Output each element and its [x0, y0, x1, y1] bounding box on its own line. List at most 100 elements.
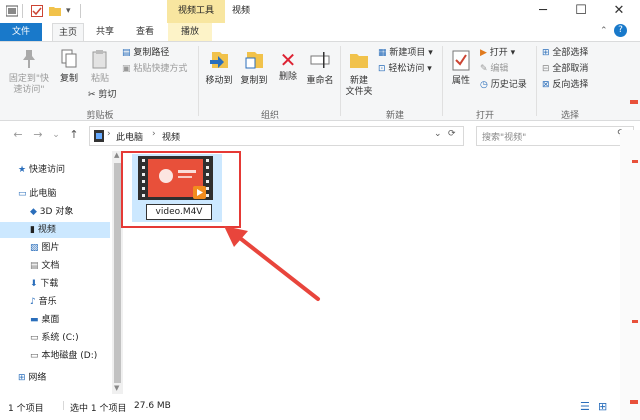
divider [80, 4, 81, 18]
details-view-icon[interactable]: ☰ [580, 400, 590, 413]
breadcrumb-this-pc[interactable]: 此电脑 [116, 130, 143, 143]
divider: | [62, 401, 66, 411]
divider [22, 4, 23, 18]
breadcrumb-videos[interactable]: 视频 [162, 130, 180, 143]
file-item[interactable]: video.M4V [132, 154, 222, 222]
cut-button[interactable]: ✂ 剪切 [88, 88, 116, 102]
selection-size: 27.6 MB [134, 401, 171, 411]
copy-to-button[interactable]: 复制到 [238, 48, 270, 87]
minimize-button[interactable]: ─ [524, 0, 562, 23]
rename-button[interactable]: 重命名 [304, 48, 336, 87]
computer-icon: ▭ [18, 189, 27, 199]
properties-button[interactable]: 属性 [448, 48, 474, 87]
copy-icon [56, 48, 82, 74]
invert-selection-button[interactable]: ⊠ 反向选择 [542, 78, 588, 92]
video-file-icon [138, 156, 213, 200]
properties-icon [448, 48, 474, 76]
delete-icon: ✕ [279, 48, 297, 72]
annotation-arrow-icon [224, 226, 320, 301]
open-button[interactable]: ▶ 打开 ▾ [480, 46, 515, 60]
large-icons-view-icon[interactable]: ⊞ [598, 400, 607, 413]
video-icon: ▮ [30, 225, 35, 235]
cube-icon: ◆ [30, 207, 37, 217]
group-label-select: 选择 [560, 111, 579, 121]
scroll-up-icon[interactable]: ▲ [114, 151, 119, 159]
paste-button[interactable]: 粘贴 [86, 48, 114, 85]
new-folder-icon [344, 48, 374, 76]
edit-button[interactable]: ✎ 编辑 [480, 62, 508, 76]
desktop-icon: ▬ [30, 315, 39, 325]
history-button[interactable]: ◷ 历史记录 [480, 78, 527, 92]
recent-locations-button[interactable]: ⌄ [48, 127, 64, 143]
refresh-icon[interactable]: ⟳ [448, 129, 456, 139]
paste-icon [86, 48, 114, 74]
address-bar[interactable]: › 此电脑 › 视频 ⌄ ⟳ [89, 126, 464, 146]
move-to-icon [204, 48, 234, 76]
pin-icon [8, 48, 50, 74]
up-button[interactable]: ↑ [66, 127, 82, 143]
video-folder-icon [94, 130, 104, 145]
scrollbar-thumb[interactable] [114, 163, 121, 383]
new-folder-button[interactable]: 新建 文件夹 [344, 48, 374, 98]
copy-to-icon [238, 48, 270, 76]
select-all-button[interactable]: ⊞ 全部选择 [542, 46, 588, 60]
back-button[interactable]: ← [10, 127, 26, 143]
selection-count: 选中 1 个项目 [70, 404, 127, 414]
download-icon: ⬇ [30, 279, 38, 289]
history-icon: ◷ [480, 80, 488, 90]
navigation-pane: ★ 快速访问 ▭ 此电脑 ◆ 3D 对象 ▮ 视频 ▨ 图片 ▤ 文档 ⬇ 下载… [0, 149, 123, 396]
easy-access-button[interactable]: ⊡ 轻松访问 ▾ [378, 62, 432, 76]
copy-button[interactable]: 复制 [56, 48, 82, 85]
new-folder-quick-icon[interactable] [49, 5, 61, 17]
collapse-ribbon-icon[interactable]: ⌃ [600, 26, 608, 36]
pin-quick-access-button[interactable]: 固定到"快速访问" [8, 48, 50, 96]
group-label-organize: 组织 [260, 111, 279, 121]
document-icon: ▤ [30, 261, 39, 271]
new-item-button[interactable]: ▦ 新建项目 ▾ [378, 46, 433, 60]
drive-icon: ▭ [30, 351, 39, 361]
move-to-button[interactable]: 移动到 [204, 48, 234, 87]
paste-shortcut-button[interactable]: ▣ 粘贴快捷方式 [122, 62, 187, 76]
maximize-button[interactable]: ☐ [562, 0, 600, 23]
copy-path-button[interactable]: ▤ 复制路径 [122, 46, 169, 60]
forward-button[interactable]: → [30, 127, 46, 143]
tab-file[interactable]: 文件 [0, 23, 42, 41]
group-label-open: 打开 [475, 111, 494, 121]
tab-view[interactable]: 查看 [130, 23, 160, 41]
ribbon: 固定到"快速访问" 复制 粘贴 ▤ 复制路径 ▣ 粘贴快捷方式 ✂ 剪切 剪贴板… [0, 42, 640, 121]
drive-icon: ▭ [30, 333, 39, 343]
invert-selection-icon: ⊠ [542, 80, 550, 90]
app-folder-icon [5, 5, 19, 17]
select-all-icon: ⊞ [542, 48, 550, 58]
scissors-icon: ✂ [88, 90, 96, 100]
easy-access-icon: ⊡ [378, 64, 386, 74]
tab-home[interactable]: 主页 [52, 23, 84, 41]
scroll-down-icon[interactable]: ▼ [114, 384, 119, 392]
paste-shortcut-icon: ▣ [122, 64, 131, 74]
group-label-clipboard: 剪贴板 [86, 111, 114, 121]
breadcrumb-separator: › [107, 129, 111, 139]
new-item-icon: ▦ [378, 48, 387, 58]
rename-field[interactable]: video.M4V [146, 204, 212, 220]
tab-play[interactable]: 播放 [168, 23, 212, 41]
star-icon: ★ [18, 165, 27, 175]
delete-button[interactable]: ✕ 删除 [276, 48, 300, 83]
select-none-icon: ⊟ [542, 64, 550, 74]
status-bar: 1 个项目 | 选中 1 个项目 27.6 MB ☰ ⊞ [0, 396, 640, 420]
tab-share[interactable]: 共享 [90, 23, 120, 41]
select-none-button[interactable]: ⊟ 全部取消 [542, 62, 588, 76]
window-title: 视频 [232, 6, 251, 16]
file-list: video.M4V [121, 149, 620, 396]
properties-quick-icon[interactable] [31, 5, 43, 17]
chevron-down-icon[interactable]: ⌄ [434, 129, 442, 139]
title-bar: ▾ 视频工具 视频 ─ ☐ ✕ [0, 0, 640, 23]
edit-icon: ✎ [480, 64, 488, 74]
customize-quick-access-icon[interactable]: ▾ [66, 5, 78, 17]
divider [536, 46, 537, 116]
search-input[interactable]: 搜索"视频" ⚲ [476, 126, 634, 146]
sidebar-item-videos[interactable]: ▮ 视频 [0, 222, 110, 238]
copy-path-icon: ▤ [122, 48, 131, 58]
open-icon: ▶ [480, 48, 487, 58]
picture-icon: ▨ [30, 243, 39, 253]
divider [442, 46, 443, 116]
